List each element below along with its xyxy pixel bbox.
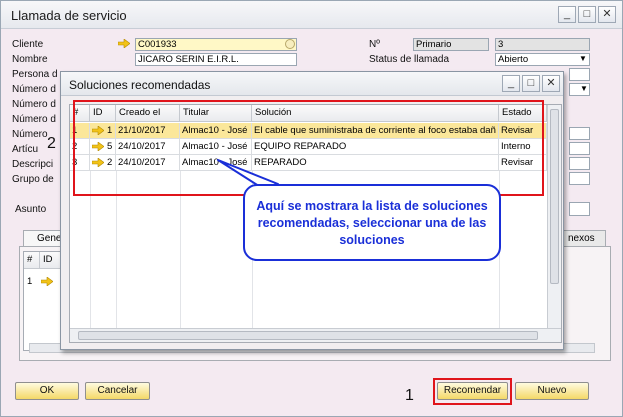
label-numero-1: Número d <box>12 84 56 95</box>
cliente-field[interactable]: C001933 <box>135 38 297 51</box>
solutions-horizontal-scrollbar[interactable] <box>70 328 561 342</box>
solutions-highlight-box <box>73 100 544 196</box>
series-field[interactable]: Primario <box>413 38 489 51</box>
scrollbar-thumb[interactable] <box>78 331 538 340</box>
dialog-title: Soluciones recomendadas <box>69 78 211 92</box>
dialog-minimize-icon[interactable]: _ <box>502 75 520 92</box>
label-numero-2: Número d <box>12 99 56 110</box>
row-link-arrow-icon[interactable] <box>41 277 53 286</box>
right-field-5[interactable] <box>569 157 590 170</box>
step-marker-2: 2 <box>47 135 56 152</box>
window-title: Llamada de servicio <box>11 8 127 23</box>
series-value: Primario <box>416 39 452 50</box>
label-numero-4: Número <box>12 129 48 140</box>
minimize-icon[interactable]: _ <box>558 6 576 23</box>
nombre-value: JICARO SERIN E.I.R.L. <box>138 54 239 65</box>
step-marker-1: 1 <box>405 387 414 404</box>
right-field-3[interactable] <box>569 127 590 140</box>
new-button[interactable]: Nuevo <box>515 382 589 400</box>
status-select[interactable]: Abierto <box>495 53 590 66</box>
recommend-highlight-box <box>433 378 512 405</box>
link-arrow-icon[interactable] <box>118 39 130 48</box>
right-field-1[interactable] <box>569 68 590 81</box>
label-no: Nº <box>369 39 380 50</box>
status-dropdown-icon[interactable]: ▼ <box>579 54 587 63</box>
status-value: Abierto <box>498 54 529 65</box>
scrollbar-thumb[interactable] <box>550 109 559 284</box>
dropdown-icon-2[interactable]: ▼ <box>580 84 588 93</box>
callout-text: Aquí se mostrara la lista de soluciones … <box>256 199 488 247</box>
asunto-field[interactable] <box>569 202 590 216</box>
tab-anexos-label: nexos <box>568 233 595 244</box>
attachments-grid: # ID 1 <box>23 251 64 351</box>
label-descripcion: Descripci <box>12 159 54 170</box>
label-numero-3: Número d <box>12 114 56 125</box>
doc-number-value: 3 <box>498 39 504 50</box>
close-icon[interactable]: ✕ <box>598 6 616 23</box>
tab-anexos[interactable]: nexos <box>561 230 606 246</box>
grid-hash-header: # <box>24 252 40 269</box>
label-asunto: Asunto <box>15 204 47 215</box>
solutions-vertical-scrollbar[interactable] <box>547 105 561 328</box>
label-nombre: Nombre <box>12 54 48 65</box>
cliente-value: C001933 <box>138 39 177 50</box>
label-cliente: Cliente <box>12 39 44 50</box>
doc-number-field: 3 <box>495 38 590 51</box>
cancel-button[interactable]: Cancelar <box>85 382 150 400</box>
choose-from-list-icon[interactable] <box>285 39 295 49</box>
maximize-icon[interactable]: □ <box>578 6 596 23</box>
nombre-field[interactable]: JICARO SERIN E.I.R.L. <box>135 53 297 66</box>
dialog-close-icon[interactable]: ✕ <box>542 75 560 92</box>
label-status: Status de llamada <box>369 54 450 65</box>
instruction-callout: Aquí se mostrara la lista de soluciones … <box>243 184 501 261</box>
dialog-title-bar: Soluciones recomendadas _ □ ✕ <box>61 72 563 96</box>
dialog-maximize-icon[interactable]: □ <box>522 75 540 92</box>
label-grupo: Grupo de <box>12 174 54 185</box>
right-field-4[interactable] <box>569 142 590 155</box>
window-title-bar: Llamada de servicio _ □ ✕ <box>1 1 622 29</box>
ok-button[interactable]: OK <box>15 382 79 400</box>
tab-general-label: Gene <box>37 233 62 244</box>
right-field-6[interactable] <box>569 172 590 185</box>
label-articulo: Artícu <box>12 144 39 155</box>
grid-row-number: 1 <box>27 276 33 287</box>
label-persona: Persona d <box>12 69 58 80</box>
